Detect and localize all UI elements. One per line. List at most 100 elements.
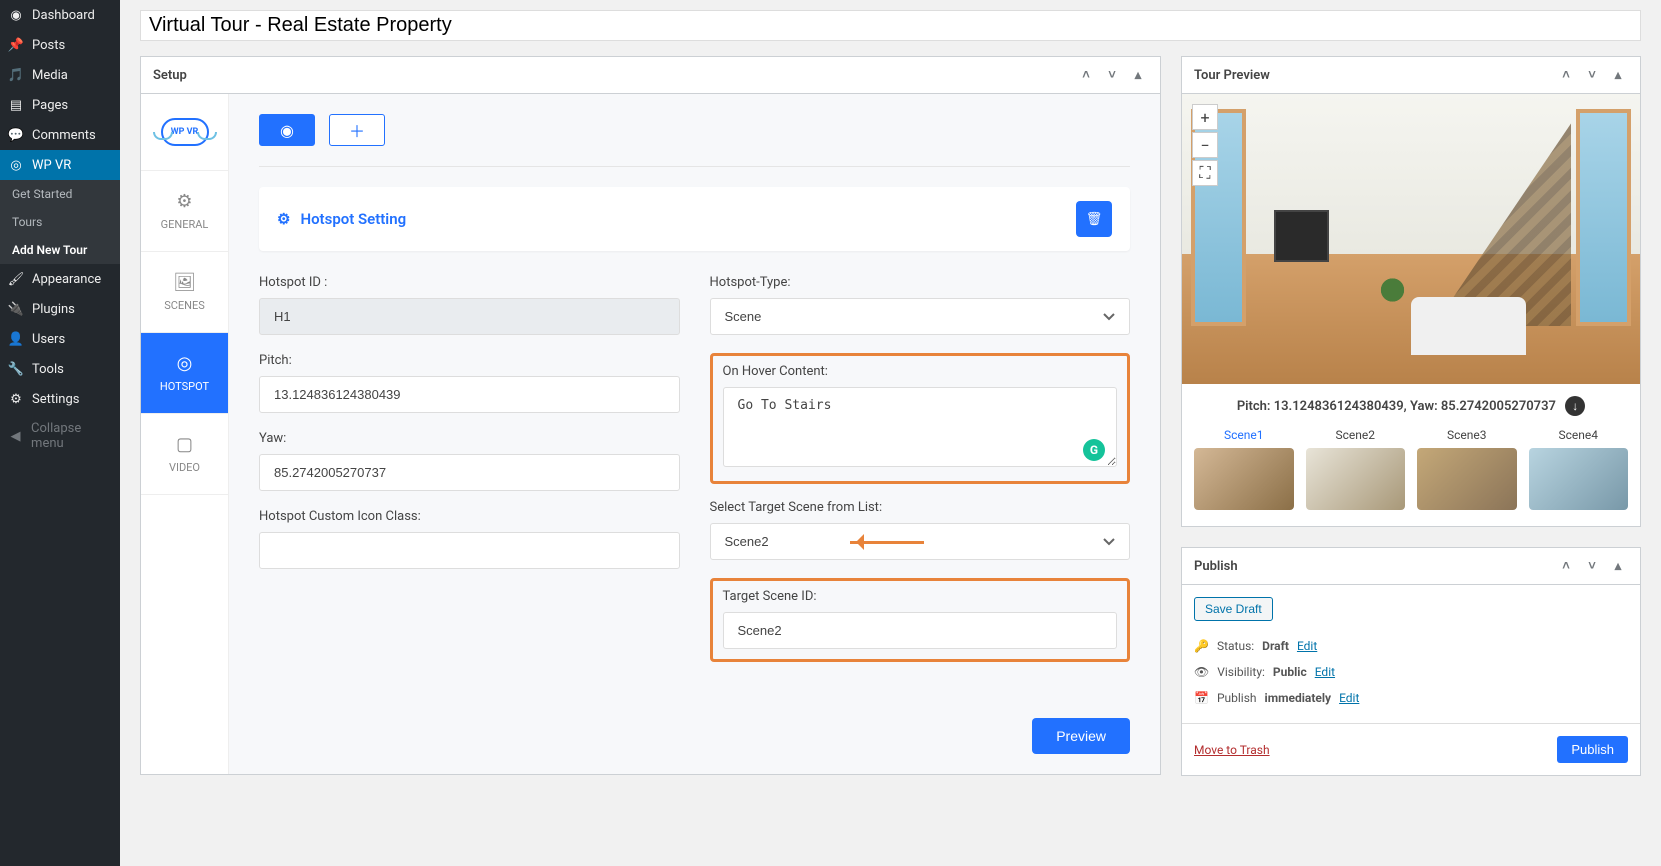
- status-row: 🔑 Status: Draft Edit: [1194, 633, 1628, 659]
- scene-thumb-2[interactable]: Scene2: [1306, 428, 1406, 510]
- main-content: Setup ˄ ˅ ▴ WP VR ⚙GENERAL: [120, 0, 1661, 866]
- dashboard-icon: ◉: [8, 7, 24, 23]
- setup-tabs: WP VR ⚙GENERAL 🖼SCENES ◎HOTSPOT ▢VIDEO: [141, 94, 229, 774]
- scene-thumbnails: Scene1 Scene2 Scene3: [1182, 428, 1640, 526]
- edit-schedule-link[interactable]: Edit: [1339, 691, 1359, 705]
- hotspot-type-select[interactable]: Scene: [710, 298, 1131, 335]
- yaw-input[interactable]: [259, 454, 680, 491]
- sidebar-item-appearance[interactable]: 🖌Appearance: [0, 264, 120, 294]
- setup-tab-logo[interactable]: WP VR: [141, 94, 228, 171]
- move-to-trash-link[interactable]: Move to Trash: [1194, 743, 1270, 757]
- brush-icon: 🖌: [8, 271, 24, 287]
- scene-thumb-1[interactable]: Scene1: [1194, 428, 1294, 510]
- preview-button[interactable]: Preview: [1032, 718, 1130, 754]
- setup-tab-scenes[interactable]: 🖼SCENES: [141, 252, 228, 333]
- tour-title-input[interactable]: [140, 10, 1641, 41]
- target-icon: ◎: [149, 353, 220, 374]
- target-scene-id-label: Target Scene ID:: [723, 589, 1118, 604]
- panel-toggle-icon[interactable]: ▴: [1128, 65, 1148, 85]
- scene-thumb-image: [1529, 448, 1629, 510]
- tour-preview-panel: Tour Preview ˄ ˅ ▴: [1181, 56, 1641, 527]
- sidebar-item-settings[interactable]: ⚙Settings: [0, 384, 120, 414]
- calendar-icon: 📅: [1194, 691, 1209, 705]
- tour-preview-title: Tour Preview: [1194, 68, 1270, 83]
- target-scene-id-input[interactable]: [723, 612, 1118, 649]
- sidebar-item-dashboard[interactable]: ◉Dashboard: [0, 0, 120, 30]
- hotspot-add-button[interactable]: ＋: [329, 114, 385, 146]
- sidebar-item-wpvr[interactable]: ◎WP VR: [0, 150, 120, 180]
- fullscreen-button[interactable]: ⛶: [1192, 160, 1218, 186]
- scene-thumb-image: [1417, 448, 1517, 510]
- publish-panel: Publish ˄ ˅ ▴ Save Draft 🔑 Status: Draft: [1181, 547, 1641, 776]
- sidebar-item-media[interactable]: 🎵Media: [0, 60, 120, 90]
- sidebar-item-collapse[interactable]: ◀Collapse menu: [0, 414, 120, 458]
- sidebar-item-plugins[interactable]: 🔌Plugins: [0, 294, 120, 324]
- publish-button[interactable]: Publish: [1557, 736, 1628, 763]
- key-icon: 🔑: [1194, 639, 1209, 653]
- hotspot-type-label: Hotspot-Type:: [710, 275, 1131, 290]
- setup-tab-hotspot[interactable]: ◎HOTSPOT: [141, 333, 228, 414]
- panel-toggle-icon[interactable]: ▴: [1608, 65, 1628, 85]
- panel-down-icon[interactable]: ˅: [1102, 65, 1122, 85]
- annotation-arrow-icon: [850, 535, 940, 549]
- admin-sidebar: ◉Dashboard 📌Posts 🎵Media ▤Pages 💬Comment…: [0, 0, 120, 866]
- panel-up-icon[interactable]: ˄: [1556, 556, 1576, 576]
- hover-content-highlight: On Hover Content: G: [710, 353, 1131, 484]
- sidebar-item-comments[interactable]: 💬Comments: [0, 120, 120, 150]
- users-icon: 👤: [8, 331, 24, 347]
- zoom-in-button[interactable]: +: [1192, 104, 1218, 130]
- yaw-label: Yaw:: [259, 431, 680, 446]
- visibility-row: 👁 Visibility: Public Edit: [1194, 659, 1628, 685]
- setup-tab-general[interactable]: ⚙GENERAL: [141, 171, 228, 252]
- sidebar-item-posts[interactable]: 📌Posts: [0, 30, 120, 60]
- sidebar-item-users[interactable]: 👤Users: [0, 324, 120, 354]
- panel-up-icon[interactable]: ˄: [1076, 65, 1096, 85]
- wpvr-logo-icon: WP VR: [161, 118, 209, 146]
- edit-status-link[interactable]: Edit: [1297, 639, 1317, 653]
- delete-hotspot-button[interactable]: 🗑: [1076, 201, 1112, 237]
- panel-down-icon[interactable]: ˅: [1582, 65, 1602, 85]
- pitch-label: Pitch:: [259, 353, 680, 368]
- hover-content-textarea[interactable]: [723, 387, 1118, 467]
- media-icon: 🎵: [8, 67, 24, 83]
- edit-visibility-link[interactable]: Edit: [1315, 665, 1335, 679]
- scene-thumb-4[interactable]: Scene4: [1529, 428, 1629, 510]
- panel-up-icon[interactable]: ˄: [1556, 65, 1576, 85]
- setup-panel: Setup ˄ ˅ ▴ WP VR ⚙GENERAL: [140, 56, 1161, 775]
- scene-thumb-image: [1306, 448, 1406, 510]
- custom-icon-label: Hotspot Custom Icon Class:: [259, 509, 680, 524]
- collapse-icon: ◀: [8, 428, 23, 444]
- grammarly-icon[interactable]: G: [1083, 439, 1105, 461]
- scene-thumb-3[interactable]: Scene3: [1417, 428, 1517, 510]
- sidebar-sub-addnewtour[interactable]: Add New Tour: [0, 236, 120, 264]
- settings-icon: ⚙: [8, 391, 24, 407]
- hover-content-label: On Hover Content:: [723, 364, 1118, 379]
- plus-icon: ＋: [349, 118, 365, 142]
- sidebar-item-tools[interactable]: 🔧Tools: [0, 354, 120, 384]
- gear-icon: ⚙: [149, 191, 220, 212]
- pitch-input[interactable]: [259, 376, 680, 413]
- target-scene-list-label: Select Target Scene from List:: [710, 500, 1131, 515]
- tour-preview-viewport[interactable]: + − ⛶: [1182, 94, 1640, 384]
- sidebar-item-pages[interactable]: ▤Pages: [0, 90, 120, 120]
- panel-toggle-icon[interactable]: ▴: [1608, 556, 1628, 576]
- eye-icon: 👁: [1194, 665, 1209, 679]
- pitch-yaw-readout: Pitch: 13.124836124380439, Yaw: 85.27420…: [1182, 384, 1640, 428]
- copy-coords-button[interactable]: ↓: [1565, 396, 1585, 416]
- setup-tab-video[interactable]: ▢VIDEO: [141, 414, 228, 495]
- hotspot-current-button[interactable]: ◉: [259, 114, 315, 146]
- save-draft-button[interactable]: Save Draft: [1194, 597, 1273, 621]
- hotspot-id-label: Hotspot ID :: [259, 275, 680, 290]
- wpvr-icon: ◎: [8, 157, 24, 173]
- sidebar-sub-getstarted[interactable]: Get Started: [0, 180, 120, 208]
- zoom-out-button[interactable]: −: [1192, 132, 1218, 158]
- sidebar-sub-tours[interactable]: Tours: [0, 208, 120, 236]
- custom-icon-input[interactable]: [259, 532, 680, 569]
- image-icon: 🖼: [149, 272, 220, 293]
- tools-icon: 🔧: [8, 361, 24, 377]
- gear-icon: ⚙: [277, 210, 290, 228]
- setup-panel-title: Setup: [153, 68, 187, 83]
- scene-thumb-image: [1194, 448, 1294, 510]
- plugin-icon: 🔌: [8, 301, 24, 317]
- panel-down-icon[interactable]: ˅: [1582, 556, 1602, 576]
